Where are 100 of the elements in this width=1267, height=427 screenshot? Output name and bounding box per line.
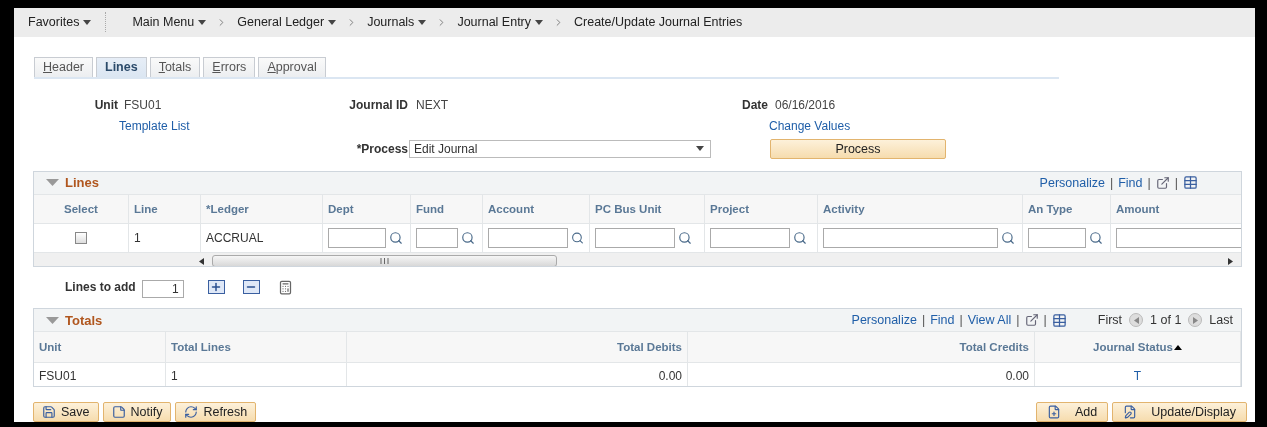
- separator: |: [1043, 313, 1047, 328]
- toolbar-button[interactable]: Update/Display: [1112, 402, 1247, 422]
- column-header[interactable]: Journal Status: [1093, 341, 1182, 354]
- grid-title: Lines: [65, 175, 99, 191]
- tab[interactable]: Approval: [258, 56, 326, 77]
- scroll-right-icon[interactable]: [1228, 257, 1233, 265]
- spreadsheet-icon[interactable]: [1051, 312, 1067, 328]
- tab[interactable]: Header: [34, 56, 93, 77]
- column-header[interactable]: Total Debits: [617, 341, 682, 354]
- field-label: Unit: [93, 98, 118, 113]
- caret-icon: [83, 19, 92, 25]
- select-checkbox[interactable]: [75, 231, 87, 244]
- column-header: Fund: [416, 202, 445, 215]
- table-cell: 1: [134, 230, 141, 245]
- process-dropdown[interactable]: Edit Journal: [409, 139, 711, 158]
- column-header[interactable]: Total Lines: [171, 341, 231, 354]
- input-field[interactable]: [1028, 227, 1086, 248]
- caret-icon: [418, 19, 427, 25]
- pager-text: First: [1097, 313, 1123, 328]
- delete-row-icon[interactable]: [242, 280, 260, 295]
- separator: |: [1109, 175, 1114, 190]
- tab[interactable]: Totals: [149, 56, 201, 77]
- caret-icon: [198, 19, 207, 25]
- input-field[interactable]: [488, 227, 568, 248]
- unit-value: FSU01: [123, 98, 163, 113]
- tab[interactable]: Lines: [96, 56, 147, 77]
- refresh-icon: [184, 405, 199, 419]
- collapse-icon[interactable]: [46, 179, 59, 187]
- file-plus-icon: [1047, 405, 1061, 419]
- column-header: Account: [488, 202, 534, 215]
- toolbar-button[interactable]: Notify: [102, 402, 172, 422]
- search-icon[interactable]: [793, 230, 807, 245]
- column-header[interactable]: Unit: [39, 341, 62, 354]
- pager-text: Last: [1209, 313, 1233, 328]
- caret-icon: [696, 146, 704, 152]
- collapse-icon[interactable]: [46, 316, 59, 324]
- breadcrumb-item[interactable]: Journal Entry: [457, 15, 544, 30]
- table-cell: 0.00: [1005, 368, 1029, 383]
- lines-to-add-field[interactable]: 1: [141, 280, 184, 299]
- status-link[interactable]: T: [1133, 368, 1142, 383]
- change-values-link[interactable]: Change Values: [769, 119, 851, 134]
- process-button[interactable]: Process: [770, 138, 946, 159]
- toolbar-button[interactable]: Add: [1036, 402, 1109, 422]
- column-header[interactable]: Total Credits: [959, 341, 1029, 354]
- column-header: An Type: [1028, 202, 1073, 215]
- input-field[interactable]: [823, 227, 998, 248]
- field-label: Journal ID: [348, 98, 408, 113]
- separator: |: [959, 313, 963, 328]
- input-field[interactable]: [595, 227, 675, 248]
- date-value: 06/16/2016: [774, 98, 837, 113]
- column-header: Dept: [328, 202, 354, 215]
- next-icon[interactable]: [1188, 313, 1203, 328]
- new-window-icon[interactable]: [1024, 313, 1039, 328]
- column-header: Select: [64, 202, 98, 215]
- grid-link[interactable]: Find: [1118, 175, 1143, 190]
- separator: |: [1147, 175, 1151, 190]
- search-icon[interactable]: [1001, 230, 1015, 245]
- search-icon[interactable]: [461, 230, 475, 245]
- table-cell: ACCRUAL: [206, 230, 264, 245]
- toolbar-button[interactable]: Refresh: [175, 402, 257, 422]
- input-field[interactable]: [328, 227, 386, 248]
- previous-icon[interactable]: [1129, 313, 1144, 328]
- search-icon[interactable]: [1089, 230, 1103, 245]
- spreadsheet-icon[interactable]: [1183, 175, 1198, 191]
- journal-id-value: NEXT: [415, 98, 449, 113]
- breadcrumb-item[interactable]: General Ledger: [237, 15, 337, 30]
- new-window-icon[interactable]: [1155, 175, 1170, 190]
- search-icon[interactable]: [389, 230, 403, 245]
- input-field[interactable]: [416, 227, 458, 248]
- grid-link[interactable]: Personalize: [1039, 175, 1105, 190]
- breadcrumb-item[interactable]: Favorites: [28, 15, 92, 30]
- sort-icon: [1173, 344, 1182, 350]
- search-icon[interactable]: [678, 230, 692, 245]
- caret-icon: [328, 19, 337, 25]
- table-cell: 0.00: [658, 368, 682, 383]
- field-label: *Process: [355, 141, 408, 156]
- save-icon: [42, 405, 56, 419]
- grip-icon: [380, 258, 389, 265]
- grid-link[interactable]: View All: [967, 313, 1012, 328]
- breadcrumb-item[interactable]: Journals: [367, 15, 427, 30]
- grid-link[interactable]: Find: [930, 313, 955, 328]
- grid-link[interactable]: Personalize: [851, 313, 917, 328]
- column-header: Activity: [823, 202, 865, 215]
- grid-title: Totals: [65, 312, 103, 328]
- breadcrumb-item[interactable]: Main Menu: [132, 15, 207, 30]
- scroll-left-icon[interactable]: [199, 257, 204, 265]
- caret-icon: [535, 19, 544, 25]
- search-icon[interactable]: [571, 230, 584, 245]
- field-label: Lines to add: [65, 280, 136, 295]
- tab[interactable]: Errors: [203, 56, 256, 77]
- separator: |: [1174, 175, 1178, 190]
- breadcrumb-item[interactable]: Create/Update Journal Entries: [574, 15, 743, 30]
- table-cell: FSU01: [39, 368, 77, 383]
- input-field[interactable]: [1116, 227, 1241, 248]
- toolbar-button[interactable]: Save: [33, 402, 99, 422]
- input-field[interactable]: [710, 227, 790, 248]
- add-row-icon[interactable]: [207, 280, 225, 295]
- template-list-link[interactable]: Template List: [119, 119, 190, 134]
- calculator-icon[interactable]: [277, 279, 293, 295]
- separator: |: [1016, 313, 1020, 328]
